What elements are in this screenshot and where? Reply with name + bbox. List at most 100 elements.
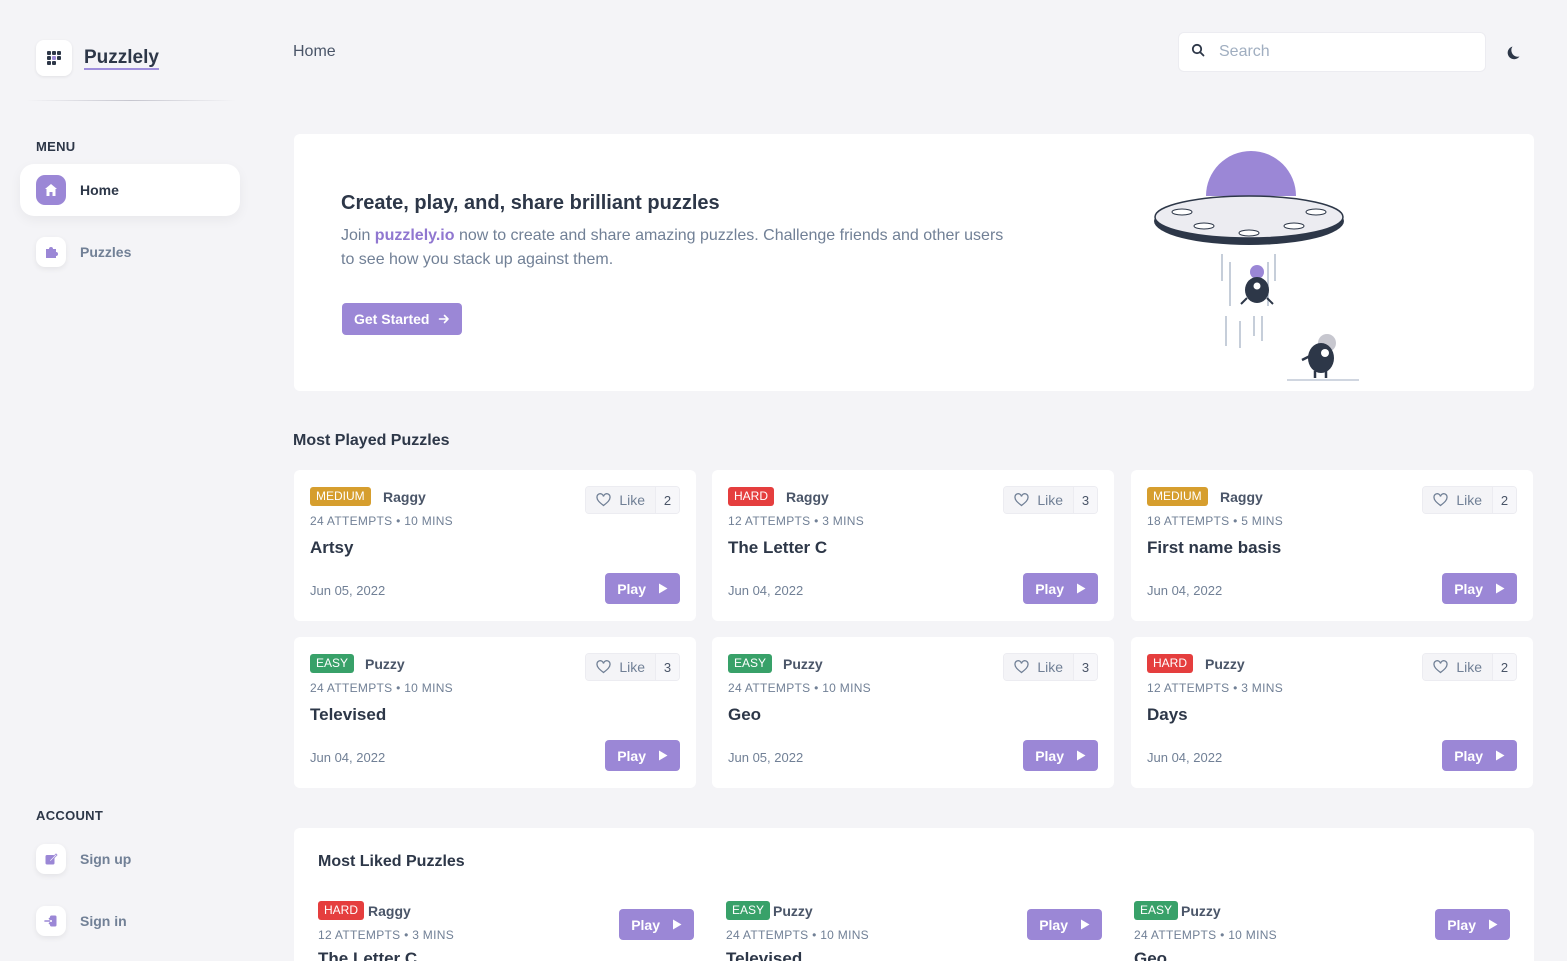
like-label: Like	[619, 659, 645, 675]
like-button[interactable]: Like 3	[1003, 486, 1098, 514]
like-label: Like	[619, 492, 645, 508]
like-toggle[interactable]: Like	[1423, 654, 1492, 680]
puzzle-author[interactable]: Puzzy	[773, 903, 813, 919]
liked-puzzle-item[interactable]: HARD Raggy 12 ATTEMPTS • 3 MINS The Letter …	[318, 900, 694, 961]
play-label: Play	[617, 747, 646, 764]
liked-puzzle-item[interactable]: EASY Puzzy 24 ATTEMPTS • 10 MINS Geo Play	[1134, 900, 1510, 961]
puzzle-author[interactable]: Puzzy	[365, 656, 405, 672]
liked-puzzle-item[interactable]: EASY Puzzy 24 ATTEMPTS • 10 MINS Televised P…	[726, 900, 1102, 961]
like-count: 2	[655, 487, 679, 513]
heart-icon	[1014, 493, 1029, 507]
hero-text-prefix: Join	[341, 227, 375, 244]
sidebar-item-home[interactable]: Home	[20, 164, 240, 216]
puzzle-card[interactable]: HARD Raggy 12 ATTEMPTS • 3 MINS The Letter …	[712, 470, 1114, 621]
like-toggle[interactable]: Like	[1004, 654, 1073, 680]
edit-icon	[36, 844, 66, 874]
puzzle-title[interactable]: Artsy	[310, 538, 353, 558]
puzzle-title[interactable]: Geo	[1134, 949, 1167, 961]
puzzle-author[interactable]: Raggy	[383, 489, 426, 505]
puzzle-title[interactable]: Televised	[310, 705, 386, 725]
difficulty-badge: MEDIUM	[1147, 487, 1208, 506]
get-started-button[interactable]: Get Started	[342, 303, 463, 335]
brand-link[interactable]: puzzlely.io	[375, 227, 455, 244]
difficulty-badge: EASY	[728, 654, 773, 673]
most-liked-title: Most Liked Puzzles	[318, 853, 465, 870]
puzzle-title[interactable]: Days	[1147, 705, 1188, 725]
puzzle-title[interactable]: First name basis	[1147, 538, 1281, 558]
get-started-label: Get Started	[354, 311, 430, 327]
like-button[interactable]: Like 2	[585, 486, 680, 514]
puzzle-card[interactable]: HARD Puzzy 12 ATTEMPTS • 3 MINS Days Jun 04,…	[1131, 637, 1533, 788]
puzzle-meta: 24 ATTEMPTS • 10 MINS	[728, 681, 871, 695]
play-icon	[659, 750, 668, 761]
like-label: Like	[1456, 659, 1482, 675]
puzzle-author[interactable]: Puzzy	[1181, 903, 1221, 919]
puzzle-card[interactable]: MEDIUM Raggy 24 ATTEMPTS • 10 MINS Artsy Jun…	[294, 470, 696, 621]
like-toggle[interactable]: Like	[586, 654, 655, 680]
heart-icon	[1433, 660, 1448, 674]
like-label: Like	[1037, 659, 1063, 675]
play-button[interactable]: Play	[1027, 909, 1102, 940]
sidebar-item-puzzles[interactable]: Puzzles	[20, 226, 240, 278]
puzzle-date: Jun 04, 2022	[1147, 583, 1223, 598]
puzzle-title[interactable]: Geo	[728, 705, 761, 725]
like-toggle[interactable]: Like	[586, 487, 655, 513]
puzzle-author[interactable]: Puzzy	[1205, 656, 1245, 672]
puzzle-meta: 12 ATTEMPTS • 3 MINS	[728, 514, 865, 528]
puzzle-meta: 24 ATTEMPTS • 10 MINS	[310, 681, 453, 695]
puzzle-meta: 18 ATTEMPTS • 5 MINS	[1147, 514, 1284, 528]
like-button[interactable]: Like 2	[1422, 653, 1517, 681]
puzzle-meta: 24 ATTEMPTS • 10 MINS	[1134, 928, 1277, 942]
puzzle-author[interactable]: Raggy	[786, 489, 829, 505]
puzzle-author[interactable]: Raggy	[1220, 489, 1263, 505]
play-button[interactable]: Play	[1442, 573, 1517, 604]
play-button[interactable]: Play	[605, 573, 680, 604]
play-button[interactable]: Play	[1023, 573, 1098, 604]
like-count: 3	[1073, 654, 1097, 680]
play-icon	[1077, 583, 1086, 594]
puzzle-title[interactable]: The Letter C	[318, 949, 417, 961]
like-toggle[interactable]: Like	[1423, 487, 1492, 513]
sidebar-item-sign-up[interactable]: Sign up	[20, 833, 240, 885]
puzzle-date: Jun 05, 2022	[728, 750, 804, 765]
ufo-illustration	[1154, 151, 1359, 381]
sidebar-item-label: Sign up	[80, 851, 132, 867]
app-name: Puzzlely	[84, 47, 159, 68]
puzzle-title[interactable]: Televised	[726, 949, 802, 961]
app-logo[interactable]: Puzzlely	[36, 40, 159, 76]
like-button[interactable]: Like 3	[585, 653, 680, 681]
heart-icon	[1014, 660, 1029, 674]
play-button[interactable]: Play	[605, 740, 680, 771]
search-box[interactable]	[1178, 32, 1486, 72]
puzzle-card[interactable]: MEDIUM Raggy 18 ATTEMPTS • 5 MINS First nam…	[1131, 470, 1533, 621]
puzzle-date: Jun 05, 2022	[310, 583, 386, 598]
like-label: Like	[1456, 492, 1482, 508]
like-toggle[interactable]: Like	[1004, 487, 1073, 513]
sidebar-item-sign-in[interactable]: Sign in	[20, 895, 240, 947]
play-button[interactable]: Play	[1023, 740, 1098, 771]
sidebar: Puzzlely MENU Home Puzzles ACCOUNT Sign …	[0, 0, 260, 961]
like-button[interactable]: Like 3	[1003, 653, 1098, 681]
play-button[interactable]: Play	[1435, 909, 1510, 940]
most-liked-section: Most Liked Puzzles HARD Raggy 12 ATTEMPTS …	[294, 828, 1534, 961]
difficulty-badge: HARD	[728, 487, 775, 506]
puzzle-author[interactable]: Raggy	[368, 903, 411, 919]
like-button[interactable]: Like 2	[1422, 486, 1517, 514]
puzzle-title[interactable]: The Letter C	[728, 538, 827, 558]
arrow-right-icon	[439, 314, 450, 324]
sidebar-divider	[26, 100, 236, 101]
play-button[interactable]: Play	[1442, 740, 1517, 771]
puzzle-author[interactable]: Puzzy	[783, 656, 823, 672]
play-button[interactable]: Play	[619, 909, 694, 940]
difficulty-badge: EASY	[310, 654, 355, 673]
puzzle-date: Jun 04, 2022	[1147, 750, 1223, 765]
sign-in-icon	[36, 906, 66, 936]
dark-mode-toggle[interactable]	[1504, 42, 1524, 62]
sidebar-item-label: Puzzles	[80, 244, 132, 260]
search-input[interactable]	[1219, 43, 1459, 61]
breadcrumb[interactable]: Home	[293, 43, 336, 61]
puzzle-meta: 24 ATTEMPTS • 10 MINS	[726, 928, 869, 942]
account-heading: ACCOUNT	[36, 808, 104, 823]
puzzle-card[interactable]: EASY Puzzy 24 ATTEMPTS • 10 MINS Televised J…	[294, 637, 696, 788]
puzzle-card[interactable]: EASY Puzzy 24 ATTEMPTS • 10 MINS Geo Jun 05,…	[712, 637, 1114, 788]
